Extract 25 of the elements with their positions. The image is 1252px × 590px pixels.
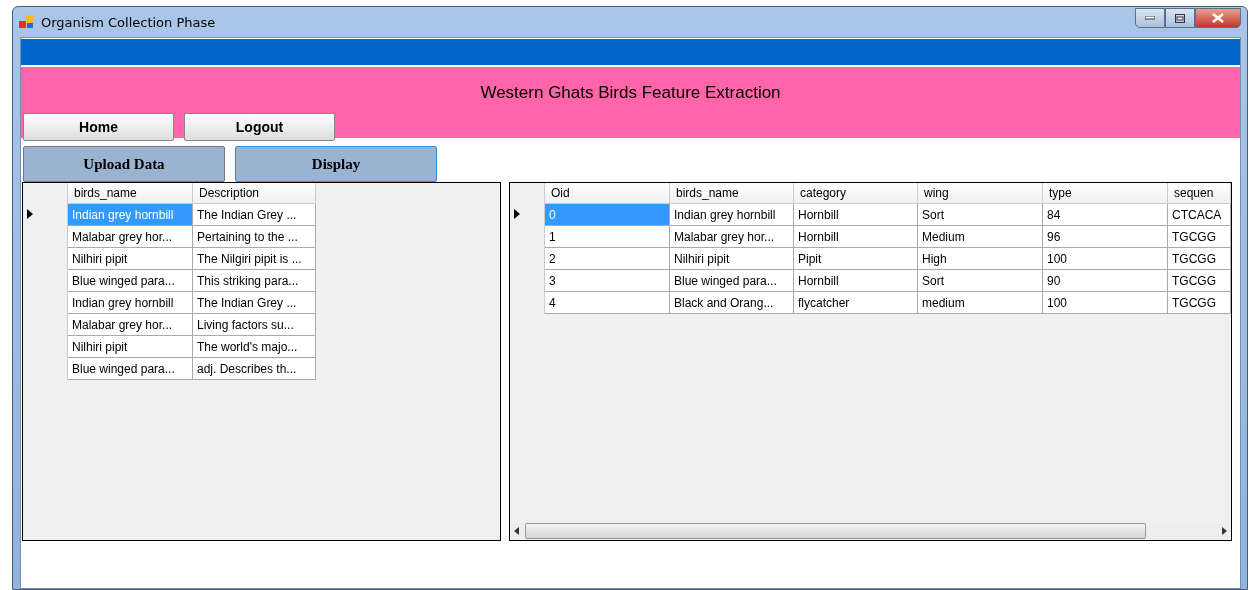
nav-button[interactable]: Logout	[184, 113, 335, 141]
column-header[interactable]: sequen	[1167, 183, 1231, 204]
column-header[interactable]: Oid	[544, 183, 670, 204]
column-header[interactable]: category	[793, 183, 918, 204]
column-header[interactable]: birds_name	[67, 183, 193, 204]
minimize-button[interactable]	[1135, 8, 1165, 28]
action-button[interactable]: Display	[235, 146, 437, 182]
app-icon	[19, 15, 35, 29]
nav-button[interactable]: Home	[23, 113, 174, 141]
column-header[interactable]: type	[1042, 183, 1168, 204]
scroll-left-icon	[514, 527, 519, 535]
window-title: Organism Collection Phase	[41, 14, 217, 30]
column-header[interactable]: wing	[917, 183, 1043, 204]
header-title: Western Ghats Birds Feature Extraction	[480, 83, 781, 103]
column-header[interactable]: birds_name	[669, 183, 794, 204]
scroll-right-icon	[1222, 527, 1227, 535]
maximize-icon	[1175, 13, 1185, 23]
close-icon	[1212, 13, 1224, 23]
close-button[interactable]	[1195, 8, 1241, 28]
minimize-icon	[1145, 16, 1155, 20]
maximize-button[interactable]	[1165, 8, 1195, 28]
column-header[interactable]: Description	[192, 183, 316, 204]
action-button[interactable]: Upload Data	[23, 146, 225, 182]
current-row-icon	[514, 208, 520, 219]
current-row-icon	[27, 208, 33, 219]
